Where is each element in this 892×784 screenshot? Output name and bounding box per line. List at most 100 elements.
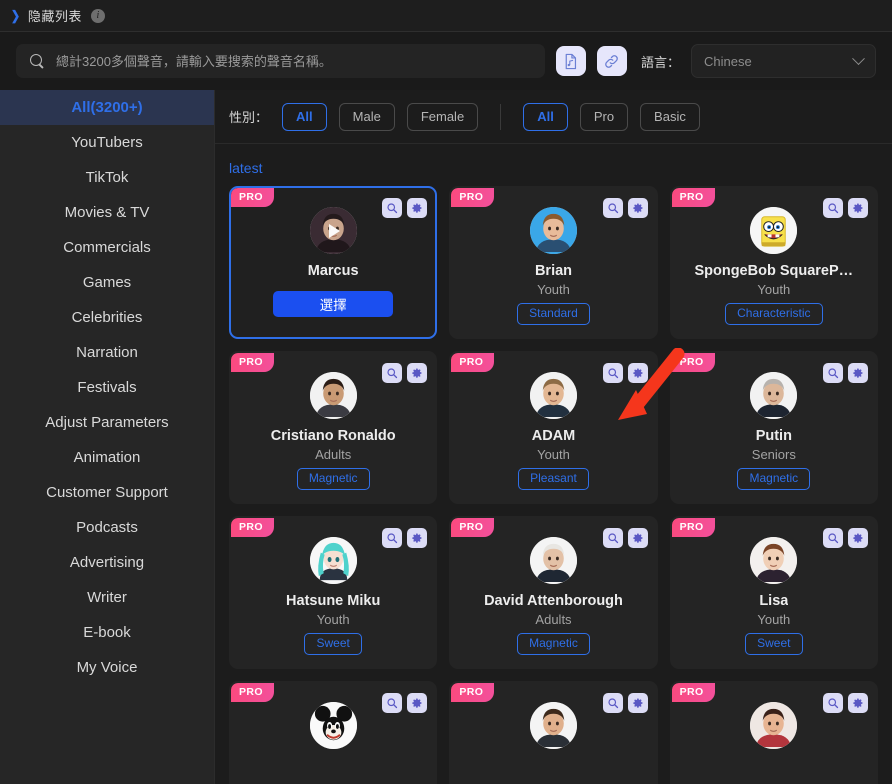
voice-name: Hatsune Miku	[286, 593, 381, 609]
category-sidebar[interactable]: All(3200+) YouTubers TikTok Movies & TV Comm…	[0, 90, 215, 784]
language-selected-value: Chinese	[704, 53, 752, 69]
section-title-latest: latest	[229, 160, 263, 176]
voice-card[interactable]: PRO Putin Seniors Magnetic	[669, 351, 878, 504]
card-settings-button[interactable]	[847, 363, 868, 383]
voice-card[interactable]: PRO ADAM Youth Pleasant	[449, 351, 658, 504]
chevron-right-icon[interactable]: ❯	[11, 9, 20, 22]
voice-card[interactable]: PRO Cristiano Ronaldo Adults Magnetic	[229, 351, 438, 504]
voice-name: Lisa	[759, 593, 789, 609]
card-preview-button[interactable]	[382, 693, 403, 713]
pro-badge: PRO	[451, 353, 495, 373]
tier-filter-all[interactable]: All	[523, 102, 568, 131]
avatar	[750, 372, 798, 419]
card-preview-button[interactable]	[382, 528, 403, 548]
card-preview-button[interactable]	[602, 363, 623, 383]
voice-age-group: Adults	[535, 612, 572, 627]
card-preview-button[interactable]	[822, 528, 843, 548]
card-preview-button[interactable]	[602, 198, 623, 218]
card-settings-button[interactable]	[627, 198, 648, 218]
voice-card[interactable]: PRO Hatsune Miku Youth Sweet	[229, 516, 438, 669]
voice-card[interactable]: PRO Marcus 選擇	[229, 186, 438, 339]
card-actions	[602, 363, 648, 383]
sidebar-item-advertising[interactable]: Advertising	[0, 545, 214, 580]
filter-bar: 性別： All Male Female All Pro Basic	[215, 90, 892, 144]
search-icon	[387, 698, 398, 709]
gender-filter-male[interactable]: Male	[338, 102, 395, 131]
voice-name: ADAM	[531, 428, 576, 444]
voice-card[interactable]: PRO	[669, 681, 878, 784]
card-preview-button[interactable]	[382, 198, 403, 218]
sidebar-item-movies-tv[interactable]: Movies & TV	[0, 195, 214, 230]
info-icon[interactable]: i	[90, 8, 105, 23]
link-button[interactable]	[596, 46, 627, 76]
avatar	[750, 207, 798, 254]
card-settings-button[interactable]	[407, 363, 428, 383]
sidebar-item-celebrities[interactable]: Celebrities	[0, 300, 214, 335]
card-settings-button[interactable]	[847, 693, 868, 713]
gear-icon	[632, 698, 643, 708]
voice-card[interactable]: PRO	[449, 681, 658, 784]
sidebar-item-commercials[interactable]: Commercials	[0, 230, 214, 265]
search-icon	[387, 368, 398, 379]
card-settings-button[interactable]	[627, 528, 648, 548]
avatar	[750, 537, 798, 584]
pro-badge: PRO	[231, 188, 274, 208]
search-icon	[387, 203, 398, 214]
voice-card[interactable]: PRO Brian Youth Standard	[449, 186, 658, 339]
card-preview-button[interactable]	[602, 528, 623, 548]
card-preview-button[interactable]	[382, 363, 403, 383]
voice-style-tag: Sweet	[745, 633, 803, 655]
card-settings-button[interactable]	[847, 198, 868, 218]
card-preview-button[interactable]	[822, 198, 843, 218]
sidebar-item-label: Writer	[87, 589, 127, 606]
sidebar-item-all-3200[interactable]: All(3200+)	[0, 90, 214, 125]
sidebar-item-adjust-parameters[interactable]: Adjust Parameters	[0, 405, 214, 440]
card-settings-button[interactable]	[407, 528, 428, 548]
sidebar-item-animation[interactable]: Animation	[0, 440, 214, 475]
sidebar-item-label: Commercials	[63, 239, 151, 256]
voice-card[interactable]: PRO	[229, 681, 438, 784]
card-settings-button[interactable]	[407, 198, 428, 218]
voice-name: Marcus	[307, 263, 359, 279]
sidebar-item-writer[interactable]: Writer	[0, 580, 214, 615]
sidebar-item-games[interactable]: Games	[0, 265, 214, 300]
voice-browser: 性別： All Male Female All Pro Basic latest…	[215, 90, 892, 784]
voice-card[interactable]: PRO Lisa Youth Sweet	[669, 516, 878, 669]
audio-upload-button[interactable]	[555, 46, 586, 76]
play-icon[interactable]	[310, 207, 357, 254]
card-settings-button[interactable]	[627, 363, 648, 383]
gender-filter-female[interactable]: Female	[406, 102, 479, 131]
card-settings-button[interactable]	[407, 693, 428, 713]
voice-card[interactable]: PRO David Attenborough Adults Magnetic	[449, 516, 658, 669]
sidebar-item-e-book[interactable]: E-book	[0, 615, 214, 650]
sidebar-item-customer-support[interactable]: Customer Support	[0, 475, 214, 510]
tier-filter-basic[interactable]: Basic	[640, 102, 700, 131]
sidebar-item-label: All(3200+)	[71, 99, 143, 116]
sidebar-item-tiktok[interactable]: TikTok	[0, 160, 214, 195]
card-preview-button[interactable]	[822, 693, 843, 713]
sidebar-item-narration[interactable]: Narration	[0, 335, 214, 370]
hide-list-label[interactable]: 隐藏列表	[28, 6, 82, 25]
sidebar-item-youtubers[interactable]: YouTubers	[0, 125, 214, 160]
avatar	[529, 207, 577, 254]
card-actions	[382, 528, 428, 548]
pro-badge: PRO	[231, 353, 274, 373]
card-settings-button[interactable]	[847, 528, 868, 548]
search-box[interactable]	[16, 44, 545, 78]
select-button[interactable]: 選擇	[273, 291, 394, 317]
sidebar-item-podcasts[interactable]: Podcasts	[0, 510, 214, 545]
language-select[interactable]: Chinese	[691, 44, 876, 78]
voice-age-group: Youth	[316, 612, 350, 627]
card-preview-button[interactable]	[602, 693, 623, 713]
card-preview-button[interactable]	[822, 363, 843, 383]
pro-badge: PRO	[671, 683, 715, 703]
tier-filter-pro[interactable]: Pro	[579, 102, 629, 131]
sidebar-item-festivals[interactable]: Festivals	[0, 370, 214, 405]
pro-badge: PRO	[231, 683, 274, 703]
card-settings-button[interactable]	[627, 693, 648, 713]
gender-filter-all[interactable]: All	[282, 102, 327, 131]
sidebar-item-my-voice[interactable]: My Voice	[0, 650, 214, 685]
voice-card[interactable]: PRO SpongeBob SquareP… Youth Characteris…	[669, 186, 878, 339]
search-input[interactable]	[56, 53, 531, 69]
gear-icon	[853, 203, 863, 213]
